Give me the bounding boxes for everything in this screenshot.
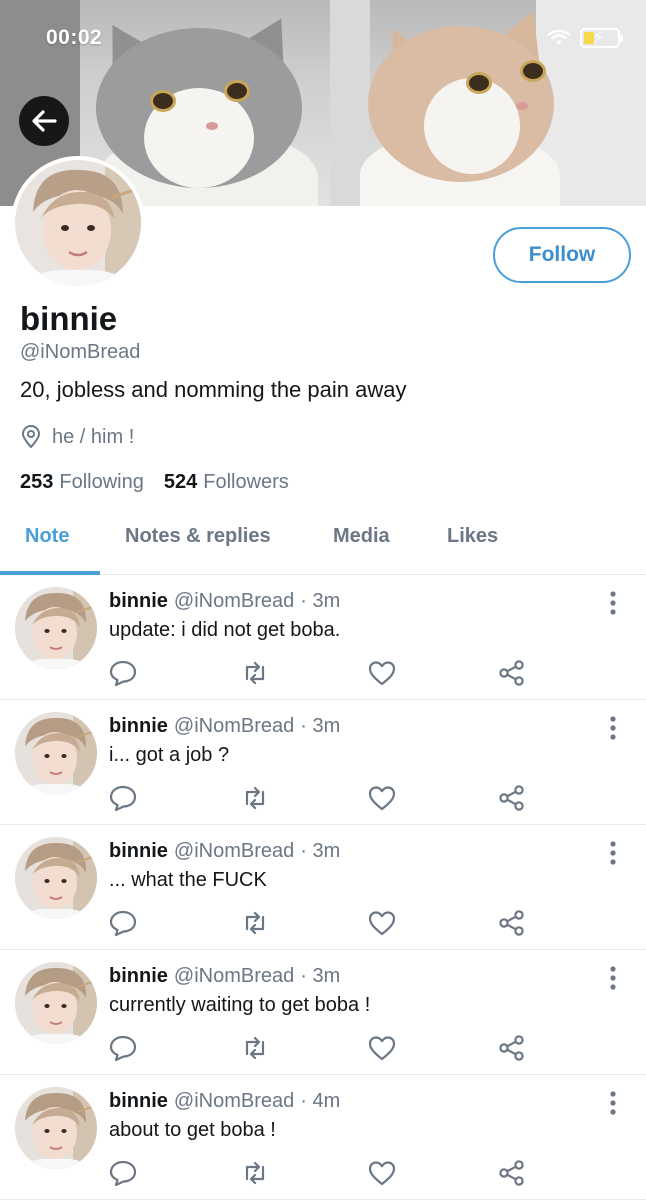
note-author-name: binnie — [109, 840, 168, 862]
note-item[interactable]: binnie @iNomBread · 3m update: i did not g… — [0, 575, 646, 700]
like-icon[interactable] — [367, 909, 397, 937]
note-header: binnie @iNomBread · 3m — [109, 715, 340, 738]
status-time: 00:02 — [46, 26, 103, 49]
tab-note[interactable]: Note — [25, 525, 69, 548]
note-timestamp: · 3m — [300, 715, 341, 737]
share-icon[interactable] — [497, 909, 527, 937]
tab-media[interactable]: Media — [333, 525, 390, 548]
avatar-photo — [15, 160, 141, 286]
note-actions — [108, 909, 538, 937]
status-icons: ⚡ — [548, 28, 623, 48]
note-header: binnie @iNomBread · 4m — [109, 1090, 340, 1113]
more-options-icon[interactable] — [604, 590, 622, 616]
profile-avatar[interactable] — [11, 156, 145, 290]
note-item[interactable]: binnie @iNomBread · 3m currently waiting t… — [0, 950, 646, 1075]
note-actions — [108, 1034, 538, 1062]
note-text: i... got a job ? — [109, 744, 230, 766]
note-avatar[interactable] — [15, 1087, 97, 1169]
location-pin-icon — [22, 425, 40, 448]
note-author-handle: @iNomBread — [173, 715, 295, 737]
note-actions — [108, 659, 538, 687]
note-author-handle: @iNomBread — [173, 840, 295, 862]
note-header: binnie @iNomBread · 3m — [109, 965, 340, 988]
following-count: 253 — [20, 471, 54, 493]
arrow-left-icon — [32, 110, 57, 132]
note-header: binnie @iNomBread · 3m — [109, 840, 340, 863]
note-item[interactable]: binnie @iNomBread · 3m ... what the FUCK — [0, 825, 646, 950]
renote-icon[interactable] — [240, 1034, 270, 1062]
note-text: currently waiting to get boba ! — [109, 994, 371, 1016]
followers-label: Followers — [203, 471, 289, 493]
more-options-icon[interactable] — [604, 1090, 622, 1116]
note-author-handle: @iNomBread — [173, 590, 295, 612]
note-author-name: binnie — [109, 590, 168, 612]
following-label: Following — [59, 471, 144, 493]
profile-bio: 20, jobless and nomming the pain away — [20, 377, 407, 402]
note-avatar[interactable] — [15, 587, 97, 669]
cat-right — [356, 1, 566, 206]
profile-tabs: Note Notes & replies Media Likes — [0, 505, 646, 575]
like-icon[interactable] — [367, 1034, 397, 1062]
followers-count: 524 — [163, 471, 198, 493]
share-icon[interactable] — [497, 659, 527, 687]
note-actions — [108, 1159, 538, 1187]
notes-feed: binnie @iNomBread · 3m update: i did not g… — [0, 575, 646, 1200]
wifi-icon — [548, 30, 570, 45]
note-timestamp: · 3m — [300, 590, 341, 612]
note-text: about to get boba ! — [109, 1119, 276, 1141]
renote-icon[interactable] — [240, 1159, 270, 1187]
note-author-name: binnie — [109, 1090, 168, 1112]
more-options-icon[interactable] — [604, 715, 622, 741]
more-options-icon[interactable] — [604, 965, 622, 991]
followers-link[interactable]: 524 Followers — [164, 471, 289, 494]
reply-icon[interactable] — [108, 909, 138, 937]
display-name: binnie — [20, 300, 118, 337]
note-author-name: binnie — [109, 965, 168, 987]
share-icon[interactable] — [497, 1159, 527, 1187]
avatar-photo — [15, 962, 97, 1044]
location-text: he / him ! — [52, 425, 135, 448]
reply-icon[interactable] — [108, 1034, 138, 1062]
note-text: update: i did not get boba. — [109, 619, 341, 641]
note-timestamp: · 4m — [300, 1090, 341, 1112]
note-header: binnie @iNomBread · 3m — [109, 590, 340, 613]
note-author-name: binnie — [109, 715, 168, 737]
note-actions — [108, 784, 538, 812]
tab-notes-replies[interactable]: Notes & replies — [125, 525, 271, 548]
follow-counts: 253 Following 524 Followers — [20, 471, 289, 494]
note-author-handle: @iNomBread — [173, 1090, 295, 1112]
follow-button[interactable]: Follow — [493, 227, 631, 283]
like-icon[interactable] — [367, 659, 397, 687]
renote-icon[interactable] — [240, 909, 270, 937]
like-icon[interactable] — [367, 1159, 397, 1187]
share-icon[interactable] — [497, 1034, 527, 1062]
avatar-photo — [15, 1087, 97, 1169]
note-item[interactable]: binnie @iNomBread · 3m i... got a job ? — [0, 700, 646, 825]
reply-icon[interactable] — [108, 1159, 138, 1187]
note-timestamp: · 3m — [300, 840, 341, 862]
note-avatar[interactable] — [15, 712, 97, 794]
battery-charging-icon: ⚡ — [580, 28, 623, 48]
profile-handle: @iNomBread — [20, 341, 141, 363]
avatar-photo — [15, 712, 97, 794]
note-text: ... what the FUCK — [109, 869, 267, 891]
renote-icon[interactable] — [240, 659, 270, 687]
renote-icon[interactable] — [240, 784, 270, 812]
avatar-photo — [15, 587, 97, 669]
note-avatar[interactable] — [15, 837, 97, 919]
note-timestamp: · 3m — [300, 965, 341, 987]
like-icon[interactable] — [367, 784, 397, 812]
note-avatar[interactable] — [15, 962, 97, 1044]
following-link[interactable]: 253 Following — [20, 471, 144, 494]
reply-icon[interactable] — [108, 659, 138, 687]
avatar-photo — [15, 837, 97, 919]
more-options-icon[interactable] — [604, 840, 622, 866]
profile-location: he / him ! — [20, 425, 134, 449]
back-button[interactable] — [19, 96, 69, 146]
share-icon[interactable] — [497, 784, 527, 812]
note-item[interactable]: binnie @iNomBread · 4m about to get boba ! — [0, 1075, 646, 1200]
note-author-handle: @iNomBread — [173, 965, 295, 987]
tab-likes[interactable]: Likes — [447, 525, 498, 548]
reply-icon[interactable] — [108, 784, 138, 812]
